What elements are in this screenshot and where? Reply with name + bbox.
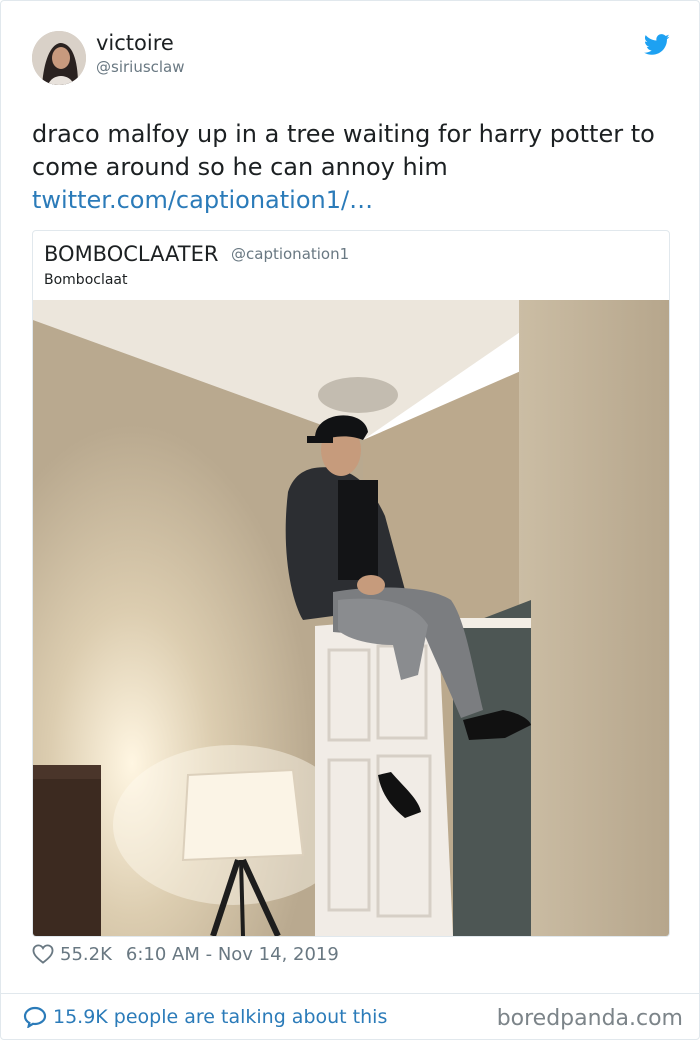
watermark: boredpanda.com xyxy=(496,1006,683,1031)
heart-icon[interactable] xyxy=(32,944,54,964)
tweet-link[interactable]: twitter.com/caption​ation1/… xyxy=(32,184,672,217)
speech-bubble-icon xyxy=(23,1006,47,1028)
tweet-text-line: come around so he can annoy him xyxy=(32,153,448,181)
author-handle[interactable]: @siriusclaw xyxy=(96,58,185,76)
author-display-name[interactable]: victoire xyxy=(96,31,174,55)
tweet-text-line: draco malfoy up in a tree waiting for ha… xyxy=(32,120,655,148)
quoted-text: Bomboclaat xyxy=(44,272,128,288)
quoted-handle: @captionation1 xyxy=(231,245,350,263)
tweet-text: draco malfoy up in a tree waiting for ha… xyxy=(32,118,672,217)
tweet-card: victoire @siriusclaw draco malfoy up in … xyxy=(0,0,700,1040)
twitter-bird-icon[interactable] xyxy=(644,34,670,56)
quoted-tweet[interactable]: BOMBOCLAATER @captionation1 Bomboclaat xyxy=(32,230,670,937)
quoted-photo[interactable] xyxy=(33,300,669,936)
tweet-meta: 55.2K 6:10 AM - Nov 14, 2019 xyxy=(32,942,339,966)
like-count[interactable]: 55.2K xyxy=(60,944,112,965)
divider xyxy=(1,993,699,994)
avatar[interactable] xyxy=(32,31,86,85)
talking-label: 15.9K people are talking about this xyxy=(53,1006,388,1028)
timestamp[interactable]: 6:10 AM - Nov 14, 2019 xyxy=(126,944,339,965)
quoted-display-name: BOMBOCLAATER xyxy=(44,242,219,266)
conversation-link[interactable]: 15.9K people are talking about this xyxy=(23,1005,387,1029)
